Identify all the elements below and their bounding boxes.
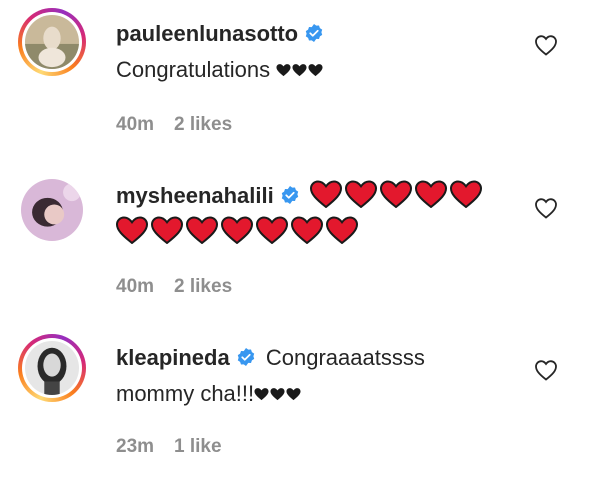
comment-likes[interactable]: 2 likes (174, 276, 232, 297)
avatar[interactable] (18, 176, 86, 244)
comment-username[interactable]: mysheenahalili (116, 183, 274, 208)
avatar-image (25, 341, 79, 395)
comment-item: pauleenlunasotto Congratulations 40m 2 li… (0, 0, 600, 160)
comment-item: mysheenahalili 40m 2 likes (0, 160, 600, 320)
like-button[interactable] (534, 359, 558, 381)
black-hearts (276, 57, 324, 82)
red-heart-icon (449, 180, 482, 208)
red-heart-icon (221, 216, 253, 244)
red-heart-icon (186, 216, 218, 244)
comment-text: Congratulations (116, 57, 277, 82)
verified-badge-icon (280, 185, 300, 205)
comment-text: mommy cha!!! (116, 381, 255, 406)
black-heart-icon (254, 387, 269, 401)
comment-time: 40m (116, 114, 155, 135)
like-button[interactable] (534, 197, 558, 219)
black-heart-icon (286, 387, 301, 401)
like-button[interactable] (534, 34, 558, 56)
avatar[interactable] (18, 8, 86, 76)
avatar-image (25, 15, 79, 69)
verified-badge-icon (236, 347, 256, 367)
black-heart-icon (308, 63, 323, 77)
avatar[interactable] (18, 334, 86, 402)
comment-username[interactable]: kleapineda (116, 345, 230, 370)
black-heart-icon (270, 387, 285, 401)
verified-badge-icon (304, 23, 324, 43)
red-heart-icon (151, 216, 183, 244)
red-heart-icon (291, 216, 323, 244)
comment-time: 23m (116, 436, 155, 457)
comment-text: Congraaaatssss (265, 345, 425, 370)
red-heart-icon (414, 180, 447, 208)
black-heart-icon (292, 63, 307, 77)
comment-username[interactable]: pauleenlunasotto (116, 21, 298, 46)
comment-likes[interactable]: 2 likes (174, 114, 232, 135)
comment-time: 40m (116, 276, 155, 297)
comment-item: kleapineda Congraaaatssss mommy cha!!! 2… (0, 320, 600, 478)
avatar-image (21, 179, 83, 241)
red-heart-icon (256, 216, 288, 244)
red-heart-icon (379, 180, 412, 208)
red-heart-icon (326, 216, 358, 244)
black-heart-icon (276, 63, 291, 77)
black-hearts (254, 381, 302, 406)
red-heart-icon (344, 180, 377, 208)
red-heart-icon (309, 180, 342, 208)
comment-likes[interactable]: 1 like (174, 436, 222, 457)
red-heart-icon (116, 216, 148, 244)
